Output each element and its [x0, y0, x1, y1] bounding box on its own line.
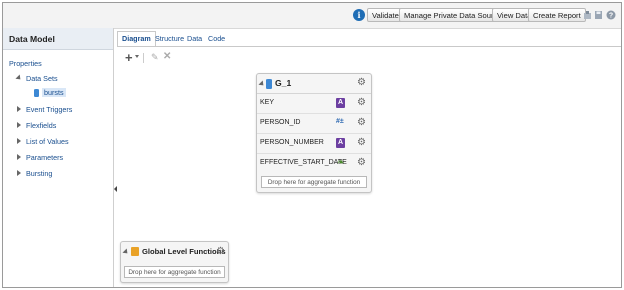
aggregate-drop-zone[interactable]: Drop here for aggregate function [124, 266, 225, 278]
field-row[interactable]: PERSON_NUMBER A ⚙ [257, 134, 371, 154]
add-icon[interactable]: + [125, 50, 133, 65]
expand-arrow-icon[interactable] [17, 170, 21, 177]
global-level-functions-box[interactable]: Global Level Functions ⚙ Drop here for a… [120, 241, 229, 283]
top-toolbar: i Validate Manage Private Data Sources V… [3, 3, 621, 29]
save-icon[interactable] [594, 10, 603, 20]
string-type-icon: A [336, 98, 345, 108]
collapse-arrow-icon[interactable] [122, 248, 130, 256]
tree-item-label: Properties [9, 59, 42, 68]
global-functions-title: Global Level Functions [142, 247, 226, 256]
tab-structure[interactable]: Structure [155, 32, 184, 46]
svg-text:?: ? [609, 13, 613, 20]
tab-divider [117, 46, 621, 47]
string-type-icon: A [336, 138, 345, 148]
gear-icon[interactable]: ⚙ [357, 138, 366, 148]
group-g1[interactable]: G_1 ⚙ KEY A ⚙ PERSON_ID #± ⚙ PERSON_NUMB… [256, 73, 372, 193]
tree-item-bursts[interactable]: bursts [34, 87, 66, 99]
tree-item-bursting[interactable]: Bursting [17, 168, 52, 180]
tree-item-label: List of Values [26, 137, 69, 146]
dataset-icon [34, 89, 39, 98]
field-row[interactable]: EFFECTIVE_START_DATE ❧ ⚙ [257, 154, 371, 173]
expand-arrow-icon[interactable] [17, 122, 21, 129]
tree-item-label: bursts [42, 88, 66, 97]
tree-item-flexfields[interactable]: Flexfields [17, 120, 56, 132]
expand-arrow-icon[interactable] [17, 154, 21, 161]
date-type-icon: ❧ [337, 157, 345, 167]
expand-arrow-icon[interactable] [17, 138, 21, 145]
tree-item-event-triggers[interactable]: Event Triggers [17, 104, 72, 116]
aggregate-drop-zone[interactable]: Drop here for aggregate function [261, 176, 367, 188]
data-model-title: Data Model [3, 28, 113, 50]
gear-icon[interactable]: ⚙ [357, 118, 366, 128]
info-icon[interactable]: i [353, 9, 365, 21]
dataset-icon [266, 79, 272, 89]
create-report-button[interactable]: Create Report [528, 8, 586, 22]
toolbar-separator [143, 53, 144, 63]
delete-icon[interactable]: ✕ [163, 51, 171, 62]
field-row[interactable]: KEY A ⚙ [257, 94, 371, 114]
tab-diagram[interactable]: Diagram [117, 31, 156, 46]
help-icon[interactable]: ? [606, 10, 616, 20]
chevron-down-icon[interactable] [135, 55, 139, 58]
tree-item-parameters[interactable]: Parameters [17, 152, 63, 164]
field-name: EFFECTIVE_START_DATE [260, 159, 347, 166]
gear-icon[interactable]: ⚙ [357, 158, 366, 168]
tree-item-label: Data Sets [26, 74, 58, 83]
group-title: G_1 [275, 78, 292, 88]
tree-item-list-of-values[interactable]: List of Values [17, 136, 69, 148]
gear-icon[interactable]: ⚙ [216, 247, 225, 257]
field-name: PERSON_ID [260, 119, 301, 126]
field-row[interactable]: PERSON_ID #± ⚙ [257, 114, 371, 134]
tree-item-label: Flexfields [26, 121, 57, 130]
tab-data[interactable]: Data [187, 32, 202, 46]
group-header[interactable]: G_1 ⚙ [257, 74, 371, 94]
field-name: PERSON_NUMBER [260, 139, 324, 146]
gear-icon[interactable]: ⚙ [357, 98, 366, 108]
data-model-editor: i Validate Manage Private Data Sources V… [2, 2, 622, 288]
tree-item-label: Bursting [26, 169, 53, 178]
expand-arrow-icon[interactable] [17, 106, 21, 113]
panel-collapse-handle[interactable] [114, 186, 117, 192]
tree-item-data-sets[interactable]: Data Sets [15, 73, 58, 85]
field-name: KEY [260, 99, 275, 106]
expand-arrow-icon[interactable] [15, 74, 23, 82]
folder-icon [131, 247, 139, 256]
tree-item-properties[interactable]: Properties [9, 58, 42, 70]
tree-item-label: Event Triggers [26, 105, 73, 114]
left-panel: Data Model Properties Data Sets bursts E… [3, 28, 114, 287]
gear-icon[interactable]: ⚙ [357, 78, 366, 88]
tree-item-label: Parameters [26, 153, 64, 162]
collapse-arrow-icon[interactable] [258, 80, 266, 88]
tab-code[interactable]: Code [208, 32, 225, 46]
edit-icon[interactable]: ✎ [151, 52, 159, 63]
number-type-icon[interactable]: #± [336, 118, 344, 125]
export-icon[interactable] [583, 10, 592, 20]
